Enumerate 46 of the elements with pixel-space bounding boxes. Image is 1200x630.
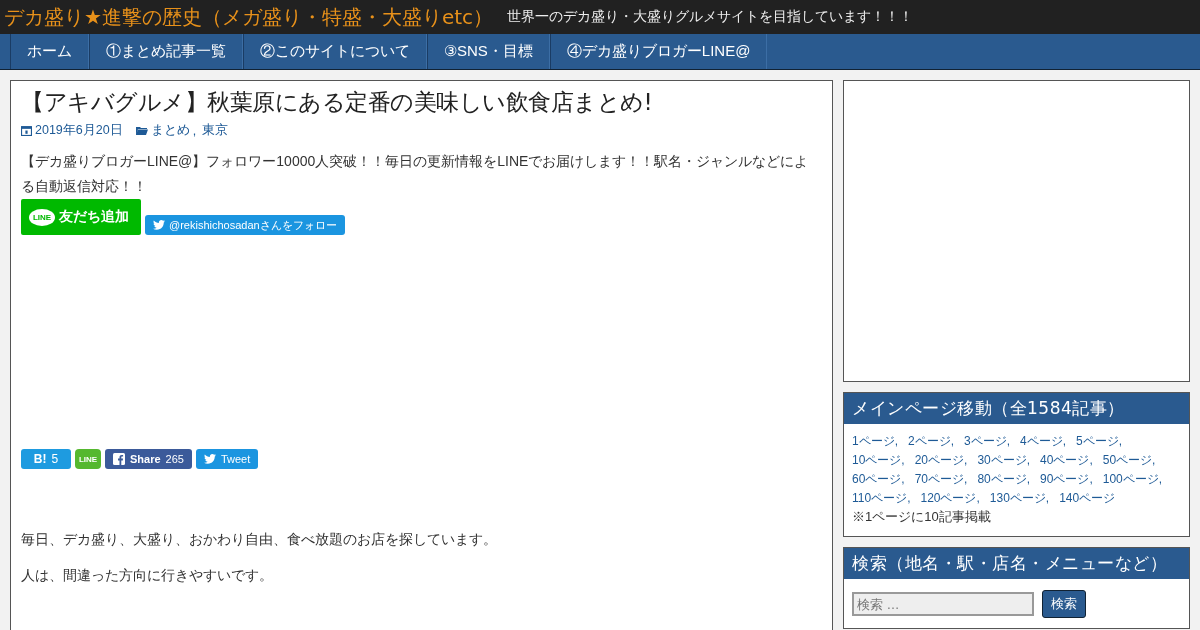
nav-item[interactable]: ②このサイトについて xyxy=(243,34,427,69)
folder-icon xyxy=(135,126,148,135)
page-link[interactable]: 140ページ xyxy=(1059,489,1116,508)
search-button[interactable]: 検索 xyxy=(1042,590,1086,618)
page-link[interactable]: 5ページ, xyxy=(1076,432,1123,451)
page-link[interactable]: 30ページ, xyxy=(977,451,1031,470)
page-link[interactable]: 60ページ, xyxy=(852,470,905,489)
line-bubble-icon: LINE xyxy=(29,208,55,226)
category-link[interactable]: まとめ xyxy=(150,122,190,139)
page-link[interactable]: 50ページ, xyxy=(1102,451,1156,470)
page-link[interactable]: 100ページ, xyxy=(1102,470,1163,489)
page-link[interactable]: 80ページ, xyxy=(977,470,1031,489)
nav-item[interactable]: ①まとめ記事一覧 xyxy=(89,34,243,69)
post-date[interactable]: 2019年6月20日 xyxy=(35,122,123,139)
page-link[interactable]: 10ページ, xyxy=(852,451,905,470)
facebook-icon xyxy=(113,453,125,465)
page-link[interactable]: 20ページ, xyxy=(914,451,968,470)
widget-title: 検索（地名・駅・店名・メニューなど） xyxy=(844,548,1189,579)
site-tagline: 世界一のデカ盛り・大盛りグルメサイトを目指しています！！！ xyxy=(507,8,914,26)
page-note: ※1ページに10記事掲載 xyxy=(852,508,992,526)
facebook-share-button[interactable]: Share 265 xyxy=(105,449,192,469)
separator: , xyxy=(192,123,197,138)
widget-title: メインページ移動（全1584記事） xyxy=(844,393,1189,424)
calendar-icon xyxy=(21,125,32,136)
page-link[interactable]: 70ページ, xyxy=(914,470,968,489)
bird-icon xyxy=(153,220,165,230)
category-link[interactable]: 東京 xyxy=(202,122,229,139)
page-link[interactable]: 120ページ, xyxy=(920,489,980,508)
nav-item[interactable]: ホーム xyxy=(10,34,89,69)
page-link[interactable]: 3ページ, xyxy=(964,432,1011,451)
page-link[interactable]: 90ページ, xyxy=(1040,470,1093,489)
nav-item[interactable]: ④デカ盛りブロガーLINE@ xyxy=(549,34,768,69)
page-link[interactable]: 40ページ, xyxy=(1040,451,1093,470)
search-field[interactable]: 検索 … xyxy=(852,592,1034,616)
site-title[interactable]: デカ盛り★進撃の歴史（メガ盛り・特盛・大盛りetc） xyxy=(4,3,494,31)
bird-icon xyxy=(203,454,216,464)
article-title: 【アキバグルメ】秋葉原にある定番の美味しい飲食店まとめ! xyxy=(21,88,654,117)
paragraph: 人は、間違った方向に行きやすいです。 xyxy=(21,567,274,585)
page-link[interactable]: 1ページ, xyxy=(852,432,898,451)
nav-item[interactable]: ③SNS・目標 xyxy=(427,34,550,69)
paragraph: 毎日、デカ盛り、大盛り、おかわり自由、食べ放題のお店を探しています。 xyxy=(21,531,498,549)
page-link[interactable]: 110ページ, xyxy=(852,489,911,508)
page-link[interactable]: 130ページ, xyxy=(989,489,1050,508)
page-link[interactable]: 4ページ, xyxy=(1020,432,1067,451)
line-notice: 【デカ盛りブロガーLINE@】フォロワー10000人突破！！毎日の更新情報をLINEでお届けします！！駅名・ジャンルなどによる自動返信対応！！ xyxy=(21,152,810,196)
page-link[interactable]: 2ページ, xyxy=(908,432,955,451)
